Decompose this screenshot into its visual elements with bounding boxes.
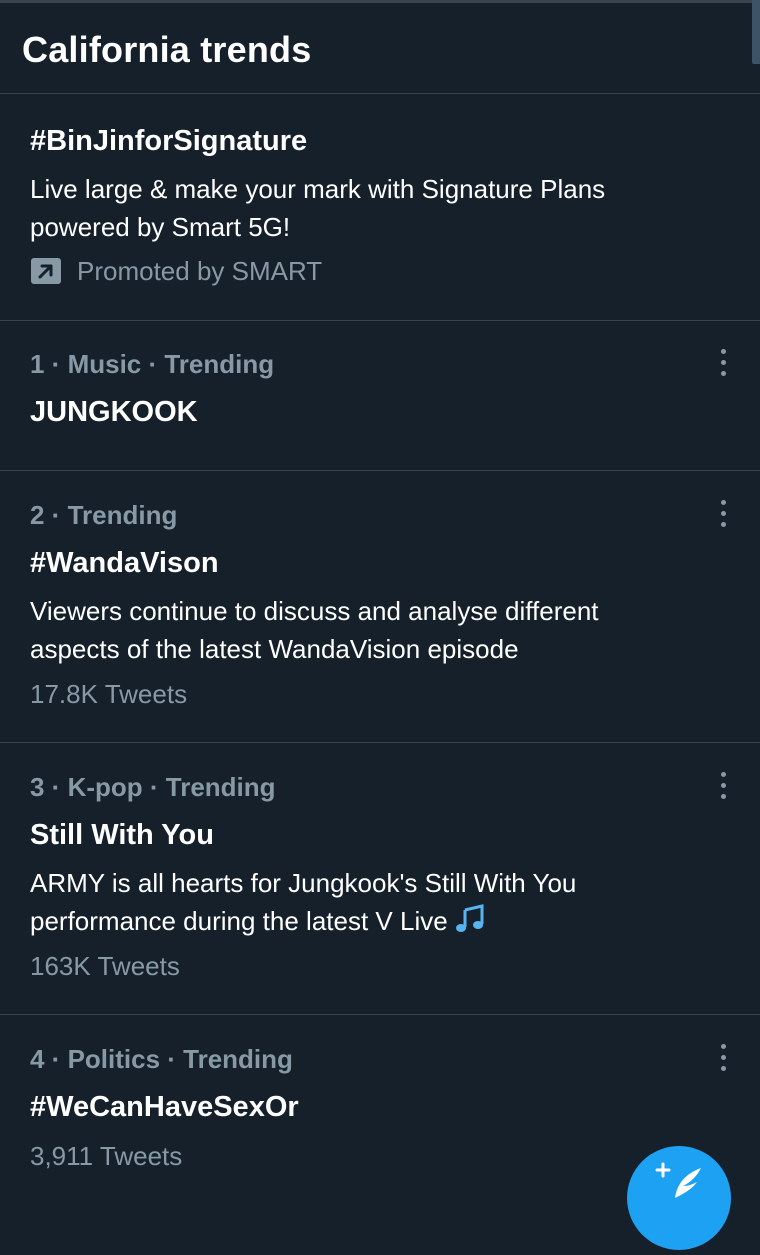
more-vertical-icon[interactable] (719, 772, 729, 800)
trend-meta: 1 · Music · Trending (30, 349, 275, 379)
trend-meta: 2 · Trending (30, 500, 178, 530)
promoted-by-label: Promoted by SMART (77, 256, 323, 286)
trend-description-line1: Viewers continue to discuss and analyse … (30, 596, 599, 626)
trend-item[interactable]: 3 · K-pop · Trending Still With You ARMY… (0, 743, 760, 1015)
trend-tweet-count: 163K Tweets (30, 951, 180, 981)
trend-title: #WeCanHaveSexOr (30, 1091, 299, 1123)
promoted-trend-title: #BinJinforSignature (30, 125, 308, 157)
trend-description-line1: ARMY is all hearts for Jungkook's Still … (30, 868, 577, 898)
trend-item[interactable]: 2 · Trending #WandaVison Viewers continu… (0, 471, 760, 743)
promoted-arrow-icon (31, 258, 61, 284)
promoted-trend-description-line1: Live large & make your mark with Signatu… (30, 174, 606, 204)
trends-header: California trends (0, 3, 760, 94)
trend-title: #WandaVison (30, 547, 219, 579)
trend-description-line2: aspects of the latest WandaVision episod… (30, 634, 519, 664)
compose-tweet-icon (655, 1162, 701, 1198)
trend-item[interactable]: 1 · Music · Trending JUNGKOOK (0, 321, 760, 471)
more-vertical-icon[interactable] (719, 349, 729, 377)
page-title: California trends (22, 29, 312, 70)
more-vertical-icon[interactable] (719, 1044, 729, 1072)
trend-title: Still With You (30, 819, 214, 851)
promoted-trend[interactable]: #BinJinforSignature Live large & make yo… (0, 94, 760, 321)
trend-description-line2: performance during the latest V Live (30, 906, 448, 936)
music-note-icon (454, 904, 488, 944)
trend-title: JUNGKOOK (30, 396, 198, 428)
promoted-trend-description-line2: powered by Smart 5G! (30, 212, 291, 242)
compose-tweet-button[interactable] (627, 1146, 731, 1250)
trend-tweet-count: 17.8K Tweets (30, 679, 188, 709)
trend-meta: 3 · K-pop · Trending (30, 772, 276, 802)
trend-meta: 4 · Politics · Trending (30, 1044, 293, 1074)
more-vertical-icon[interactable] (719, 500, 729, 528)
trend-tweet-count: 3,911 Tweets (30, 1141, 183, 1171)
trend-description-line2-wrap: performance during the latest V Live (30, 902, 488, 944)
